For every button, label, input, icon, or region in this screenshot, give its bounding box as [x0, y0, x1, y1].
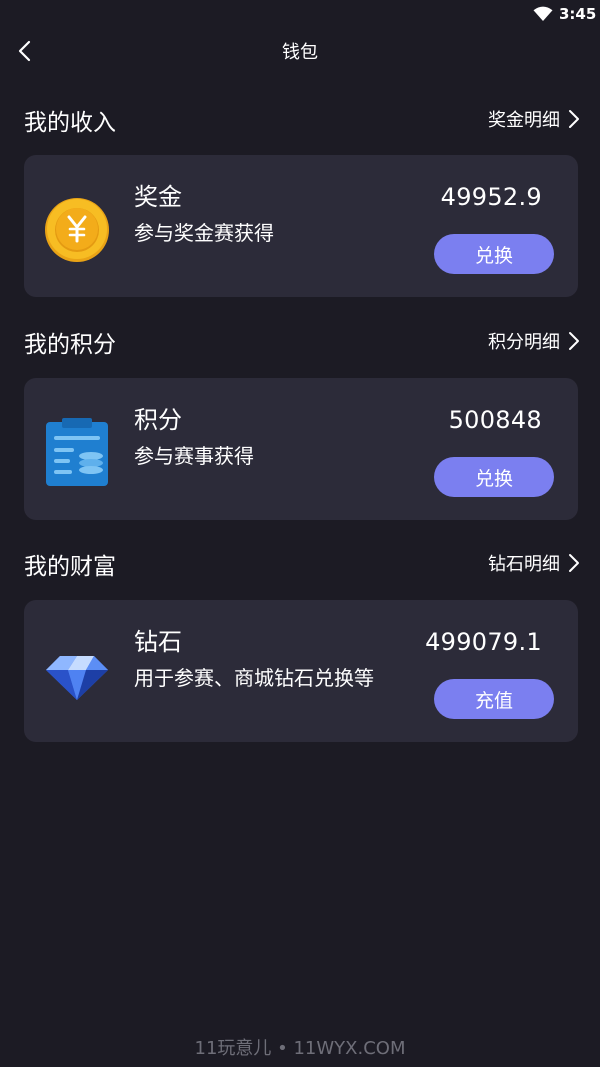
bonus-detail-link[interactable]: 奖金明细: [488, 105, 580, 133]
bonus-exchange-button[interactable]: 兑换: [434, 234, 554, 274]
chevron-right-icon: [569, 332, 579, 350]
points-exchange-button[interactable]: 兑换: [434, 457, 554, 497]
detail-link-label: 积分明细: [488, 332, 560, 353]
detail-link-label: 奖金明细: [488, 110, 560, 131]
diamond-recharge-button[interactable]: 充值: [434, 679, 554, 719]
points-detail-link[interactable]: 积分明细: [488, 327, 580, 355]
chevron-right-icon: [569, 110, 579, 128]
card-description: 用于参赛、商城钻石兑换等: [134, 666, 374, 690]
card-name: 积分: [134, 406, 182, 434]
top-nav-bar: 钱包: [0, 28, 600, 74]
card-description: 参与奖金赛获得: [134, 221, 274, 245]
section-title: 我的积分: [24, 332, 116, 358]
section-title: 我的收入: [24, 110, 116, 136]
wallet-screen: 3:45 钱包 我的收入 奖金明细 奖金 参与奖金赛获得 49952.9 兑换 …: [0, 0, 600, 1067]
section-title: 我的财富: [24, 554, 116, 580]
status-bar: 3:45: [0, 0, 600, 28]
section-header-income: 我的收入 奖金明细: [24, 101, 580, 137]
points-card: 积分 参与赛事获得 500848 兑换: [24, 378, 578, 520]
diamond-balance: 499079.1: [425, 628, 542, 656]
points-balance: 500848: [448, 406, 542, 434]
yuan-coin-icon: [44, 193, 110, 263]
bonus-card: 奖金 参与奖金赛获得 49952.9 兑换: [24, 155, 578, 297]
card-description: 参与赛事获得: [134, 444, 254, 468]
page-title: 钱包: [282, 42, 318, 63]
section-header-points: 我的积分 积分明细: [24, 323, 580, 359]
chevron-right-icon: [569, 554, 579, 572]
status-time: 3:45: [559, 5, 597, 23]
card-name: 奖金: [134, 183, 182, 211]
card-name: 钻石: [134, 628, 182, 656]
bonus-balance: 49952.9: [440, 183, 542, 211]
points-clipboard-icon: [44, 416, 110, 486]
diamond-icon: [44, 638, 110, 708]
diamond-detail-link[interactable]: 钻石明细: [488, 549, 580, 577]
diamond-card: 钻石 用于参赛、商城钻石兑换等 499079.1 充值: [24, 600, 578, 742]
wifi-icon: [533, 6, 553, 21]
section-header-wealth: 我的财富 钻石明细: [24, 545, 580, 581]
watermark-text: 11玩意儿 • 11WYX.COM: [194, 1038, 406, 1059]
detail-link-label: 钻石明细: [488, 554, 560, 575]
